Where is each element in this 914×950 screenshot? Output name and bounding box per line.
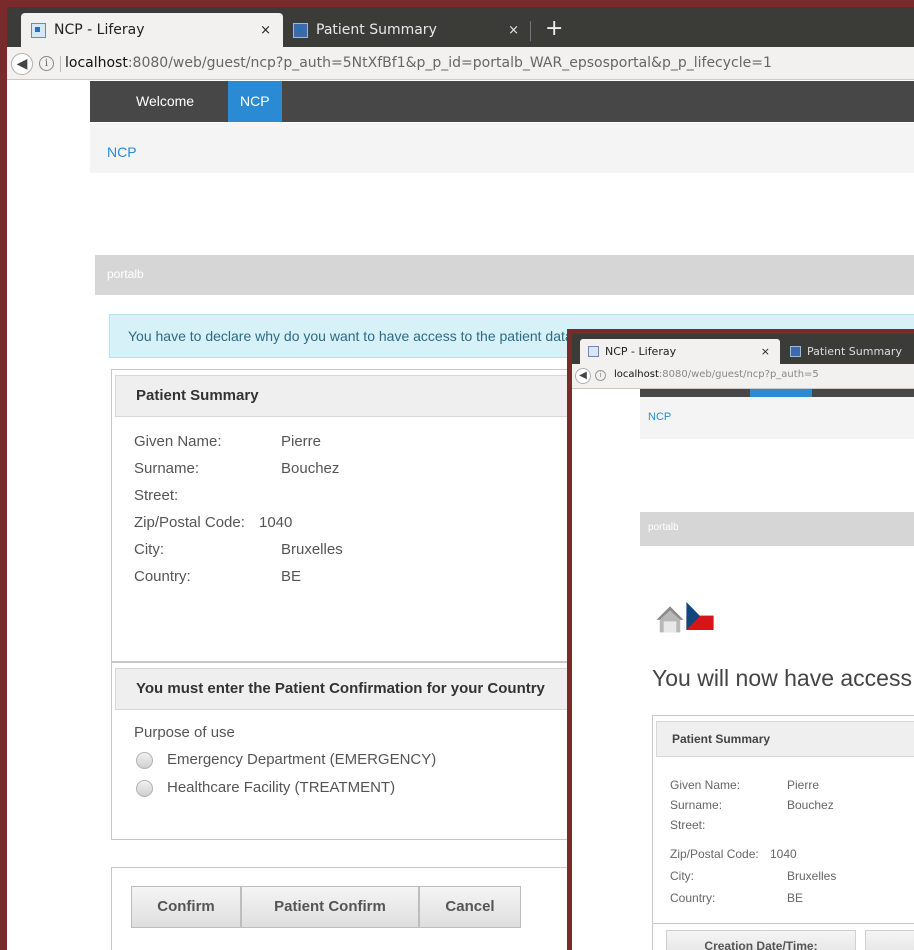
portlet-title: portalb: [648, 522, 679, 533]
breadcrumb: NCP: [90, 123, 914, 173]
portlet-title: portalb: [107, 267, 144, 281]
radio-label-treatment[interactable]: Healthcare Facility (TREATMENT): [167, 779, 395, 796]
url-path: :8080/web/guest/ncp?p_auth=5: [658, 369, 819, 380]
field-label: Street:: [134, 487, 179, 504]
close-icon[interactable]: ×: [508, 23, 519, 38]
confirm-button[interactable]: Confirm: [131, 886, 241, 928]
field-value: BE: [787, 891, 804, 905]
portlet-header: portalb: [95, 255, 914, 295]
breadcrumb-link-ncp[interactable]: NCP: [648, 411, 671, 423]
field-value: 1040: [770, 847, 797, 861]
navigation-bar: ◀ i localhost:8080/web/guest/ncp?p_auth=…: [7, 47, 914, 80]
url-bar[interactable]: localhost:8080/web/guest/ncp?p_auth=5NtX…: [65, 55, 772, 71]
column-header-blank[interactable]: [865, 930, 914, 950]
field-value: 1040: [259, 514, 293, 531]
tab-patient-summary[interactable]: Patient Summary ×: [283, 13, 531, 47]
field-value: Bouchez: [787, 798, 834, 812]
url-separator: [60, 56, 61, 72]
field-city: City: Bruxelles: [134, 541, 343, 558]
nav-item-selected[interactable]: [750, 389, 812, 397]
field-given-name: Given Name: Pierre: [134, 433, 321, 450]
tab-title: Patient Summary: [316, 22, 437, 38]
overlay-breadcrumb: NCP: [640, 397, 914, 439]
info-icon[interactable]: i: [39, 56, 54, 71]
field-value: Pierre: [787, 778, 820, 792]
url-host: localhost: [65, 55, 128, 71]
document-favicon-icon: [790, 346, 801, 357]
home-icon[interactable]: [655, 604, 685, 634]
purpose-label: Purpose of use: [134, 724, 235, 741]
field-street: Street:: [134, 487, 178, 504]
panel-title: Patient Summary: [656, 721, 914, 757]
overlay-tab-ncp-liferay[interactable]: NCP - Liferay ×: [580, 339, 780, 364]
tab-bar: NCP - Liferay × Patient Summary × +: [7, 7, 914, 47]
portal-top-nav: Welcome NCP: [90, 81, 914, 122]
tab-separator: [530, 21, 531, 41]
field-label: Surname:: [134, 460, 200, 477]
column-header-creation-date[interactable]: Creation Date/Time:: [666, 930, 856, 950]
back-arrow-icon[interactable]: ◀: [11, 53, 33, 75]
field-surname: Surname: Bouchez: [134, 460, 339, 477]
field-city: City: Bruxelles: [670, 869, 836, 883]
overlay-portlet-header: portalb: [640, 512, 914, 546]
radio-treatment[interactable]: [136, 780, 153, 797]
field-value: Bruxelles: [281, 541, 343, 558]
field-value: Pierre: [281, 433, 322, 450]
field-label: Given Name:: [134, 433, 222, 450]
field-label: City:: [134, 541, 164, 558]
overlay-navigation-bar: ◀ i localhost:8080/web/guest/ncp?p_auth=…: [572, 364, 914, 389]
url-path: :8080/web/guest/ncp?p_auth=5NtXfBf1&p_p_…: [127, 55, 772, 71]
field-value: Bouchez: [281, 460, 340, 477]
field-label: Country:: [670, 891, 716, 905]
field-zip: Zip/Postal Code: 1040: [670, 847, 797, 861]
alert-text: You have to declare why do you want to h…: [128, 328, 573, 344]
field-label: Given Name:: [670, 778, 741, 792]
field-label: Surname:: [670, 798, 723, 812]
overlay-screenshot: NCP - Liferay × Patient Summary ◀ i loca…: [567, 329, 914, 950]
field-country: Country: BE: [134, 568, 301, 585]
overlay-tab-bar: NCP - Liferay × Patient Summary: [572, 334, 914, 364]
close-icon[interactable]: ×: [761, 345, 770, 358]
access-heading: You will now have access to the patient …: [652, 665, 914, 691]
field-value: Bruxelles: [787, 869, 837, 883]
field-street: Street:: [670, 818, 705, 832]
field-zip: Zip/Postal Code: 1040: [134, 514, 292, 531]
liferay-favicon-icon: [588, 346, 599, 357]
field-label: Country:: [134, 568, 191, 585]
overlay-top-nav: [640, 389, 914, 397]
patient-confirm-button[interactable]: Patient Confirm: [241, 886, 419, 928]
nav-item-welcome[interactable]: Welcome: [124, 81, 206, 122]
document-favicon-icon: [293, 22, 308, 38]
field-label: Street:: [670, 818, 706, 832]
czech-flag-icon[interactable]: [686, 602, 714, 630]
field-label: City:: [670, 869, 694, 883]
field-country: Country: BE: [670, 891, 803, 905]
tab-title: NCP - Liferay: [605, 345, 677, 358]
overlay-table-header: Creation Date/Time:: [652, 923, 914, 950]
tab-title: NCP - Liferay: [54, 22, 145, 38]
field-value: BE: [281, 568, 302, 585]
field-surname: Surname: Bouchez: [670, 798, 834, 812]
liferay-favicon-icon: [31, 22, 46, 38]
tab-ncp-liferay[interactable]: NCP - Liferay ×: [21, 13, 283, 47]
new-tab-button[interactable]: +: [545, 18, 563, 40]
radio-emergency[interactable]: [136, 752, 153, 769]
field-label: Zip/Postal Code:: [670, 847, 759, 861]
overlay-url-bar[interactable]: localhost:8080/web/guest/ncp?p_auth=5: [614, 369, 819, 380]
overlay-tab-patient-summary[interactable]: Patient Summary: [782, 339, 914, 364]
close-icon[interactable]: ×: [260, 23, 271, 38]
radio-label-emergency[interactable]: Emergency Department (EMERGENCY): [167, 751, 436, 768]
url-host: localhost: [614, 369, 659, 380]
back-arrow-icon[interactable]: ◀: [575, 368, 591, 384]
nav-item-ncp[interactable]: NCP: [228, 81, 282, 122]
field-given-name: Given Name: Pierre: [670, 778, 819, 792]
cancel-button[interactable]: Cancel: [419, 886, 521, 928]
info-icon[interactable]: i: [595, 370, 606, 381]
field-label: Zip/Postal Code:: [134, 514, 245, 531]
breadcrumb-link-ncp[interactable]: NCP: [107, 144, 137, 160]
tab-title: Patient Summary: [807, 345, 902, 358]
overlay-patient-summary-panel: Patient Summary Given Name: Pierre Surnam…: [652, 715, 914, 935]
